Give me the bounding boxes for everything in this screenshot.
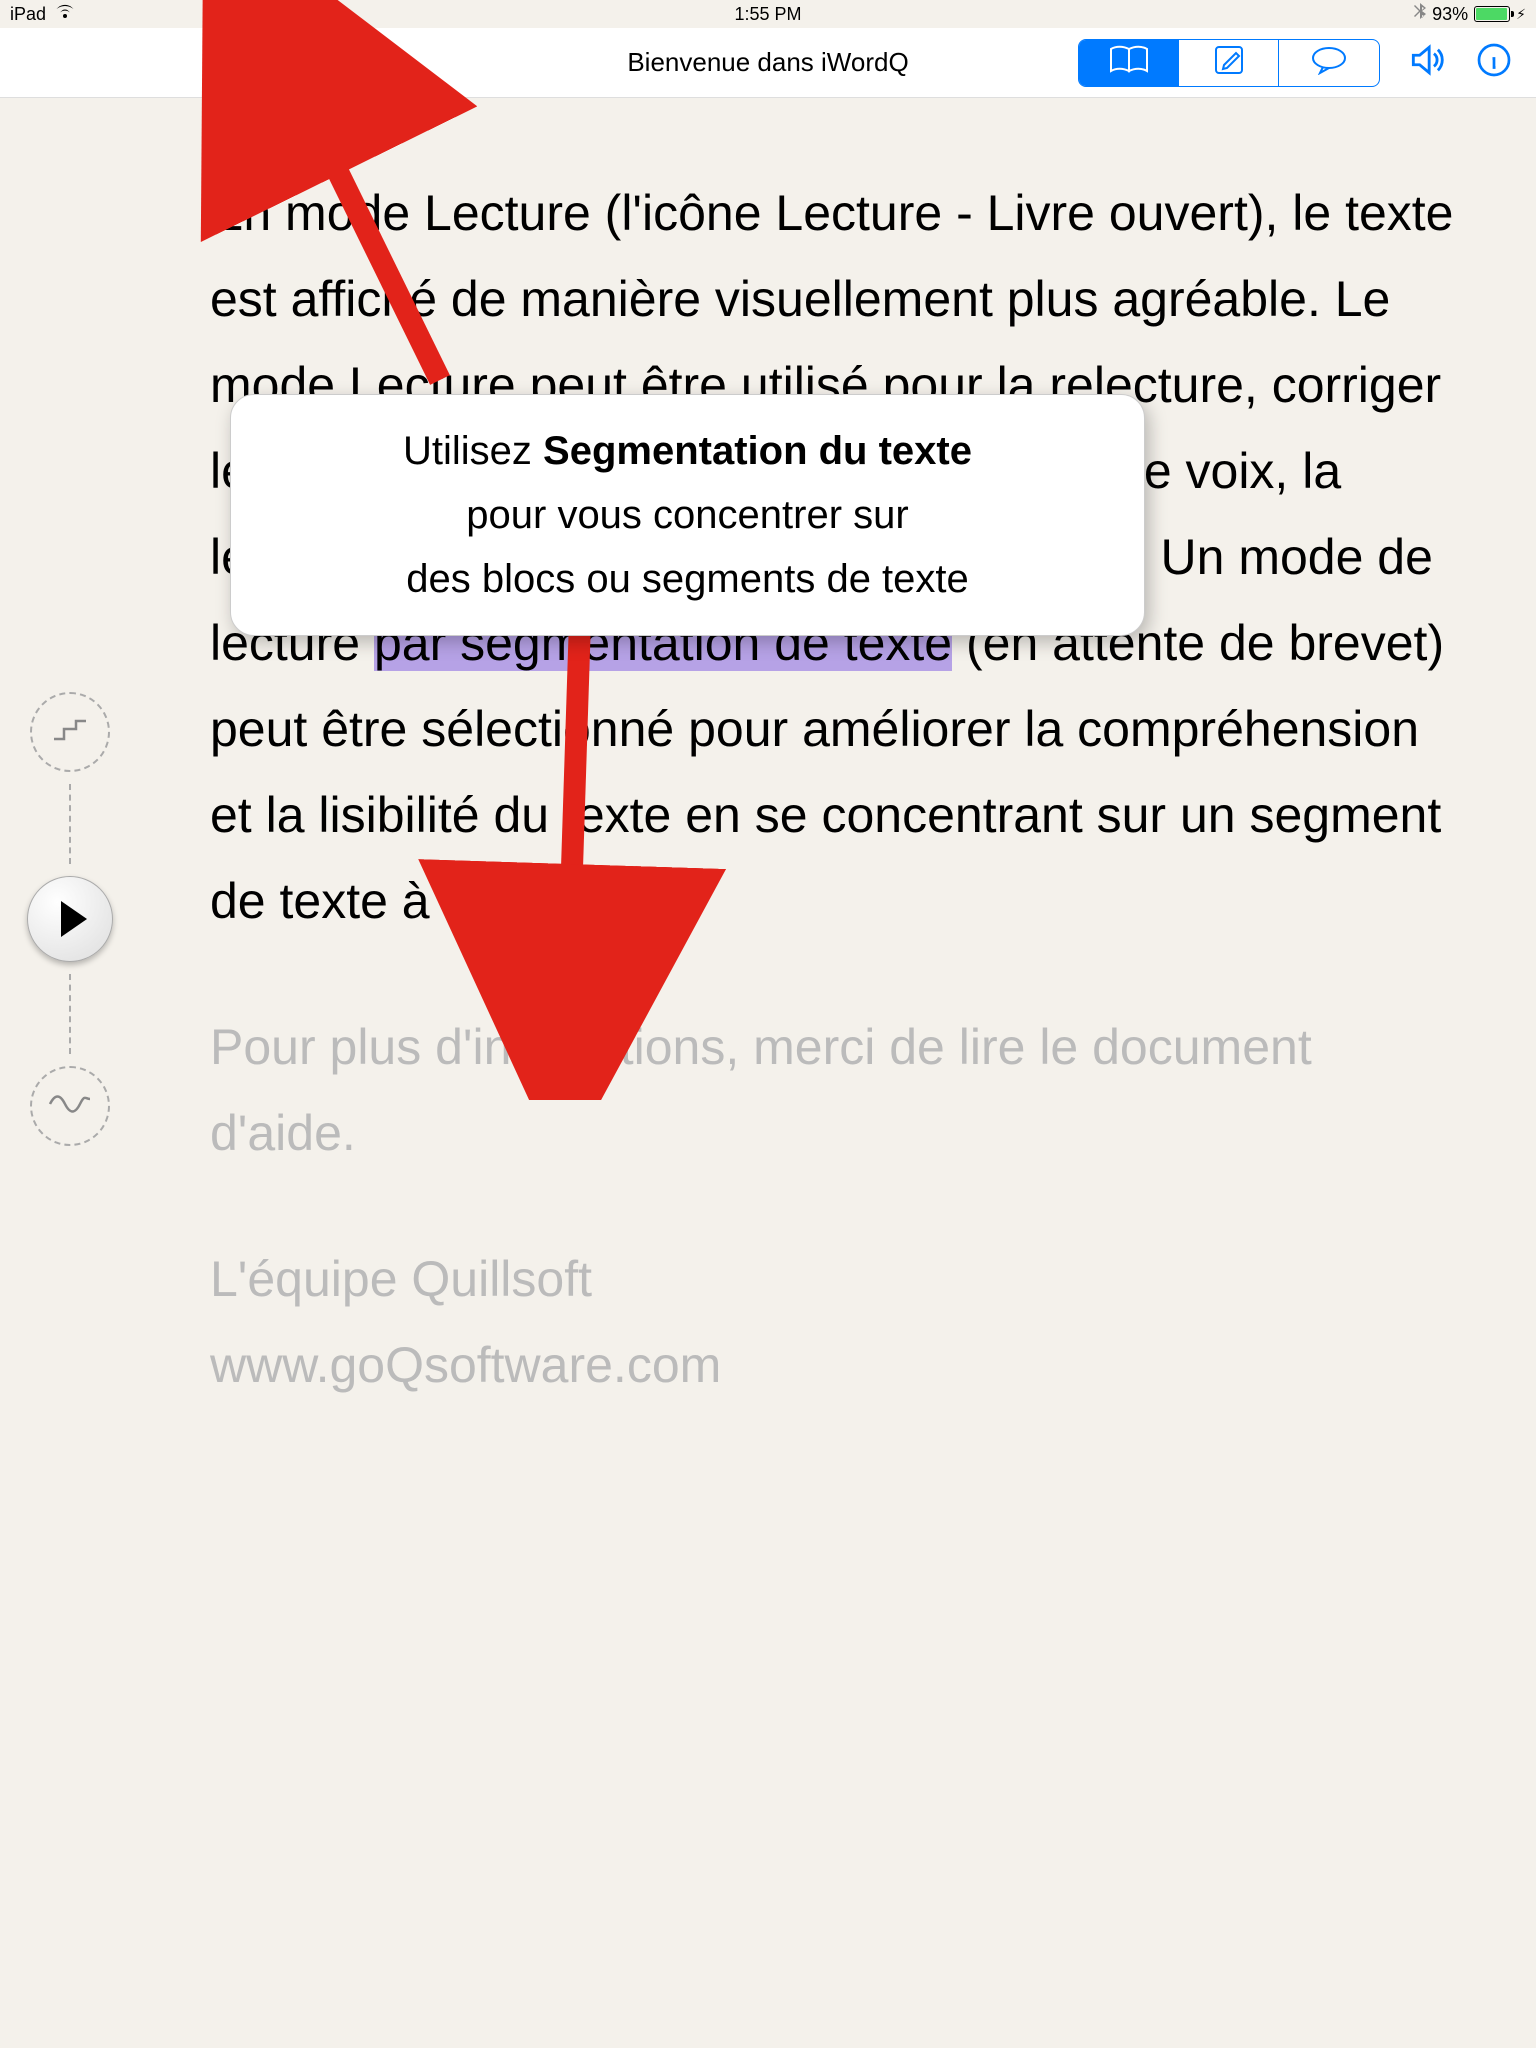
speech-bubble-icon <box>1309 45 1349 80</box>
continuous-mode-button[interactable] <box>30 1066 110 1146</box>
status-bar: iPad 1:55 PM 93% ⚡︎ <box>0 0 1536 28</box>
page-title: Bienvenue dans iWordQ <box>627 47 908 78</box>
settings-button[interactable] <box>274 41 318 85</box>
tutorial-callout: Utilisez Segmentation du texte pour vous… <box>230 394 1145 636</box>
clock: 1:55 PM <box>734 4 801 25</box>
control-connector <box>69 784 71 864</box>
charging-icon: ⚡︎ <box>1516 6 1526 23</box>
mode-read-tab[interactable] <box>1079 40 1179 86</box>
callout-text: des blocs ou segments de texte <box>267 547 1108 611</box>
gear-icon <box>277 41 315 84</box>
mode-edit-tab[interactable] <box>1179 40 1279 86</box>
signature-url: www.goQsoftware.com <box>210 1337 721 1393</box>
info-button[interactable] <box>1472 41 1516 85</box>
control-connector <box>69 974 71 1054</box>
play-icon <box>61 901 87 937</box>
paragraph-instructions[interactable]: Pour plus d'instructions, merci de lire … <box>210 1004 1456 1176</box>
bluetooth-icon <box>1414 3 1426 26</box>
battery-icon <box>1474 6 1510 22</box>
callout-bold-text: Segmentation du texte <box>543 429 972 473</box>
info-icon <box>1476 42 1512 83</box>
toolbar: Bienvenue dans iWordQ <box>0 28 1536 98</box>
step-icon <box>50 715 90 750</box>
speaker-icon <box>1407 41 1445 84</box>
wave-icon <box>48 1094 92 1119</box>
play-button[interactable] <box>27 876 113 962</box>
device-label: iPad <box>10 4 46 25</box>
callout-text: pour vous concentrer sur <box>267 483 1108 547</box>
paragraph-signature[interactable]: L'équipe Quillsoft www.goQsoftware.com <box>210 1236 1456 1408</box>
edit-icon <box>1212 43 1246 82</box>
mode-speech-tab[interactable] <box>1279 40 1379 86</box>
callout-text: Utilisez <box>403 429 543 473</box>
battery-pct: 93% <box>1432 4 1468 25</box>
speaker-button[interactable] <box>1404 41 1448 85</box>
mode-segmented-control <box>1078 39 1380 87</box>
signature-line: L'équipe Quillsoft <box>210 1251 592 1307</box>
playback-controls <box>20 680 120 1158</box>
wifi-icon <box>54 4 76 25</box>
step-mode-button[interactable] <box>30 692 110 772</box>
book-icon <box>1108 45 1150 80</box>
reading-content: En mode Lecture (l'icône Lecture - Livre… <box>210 170 1456 1408</box>
